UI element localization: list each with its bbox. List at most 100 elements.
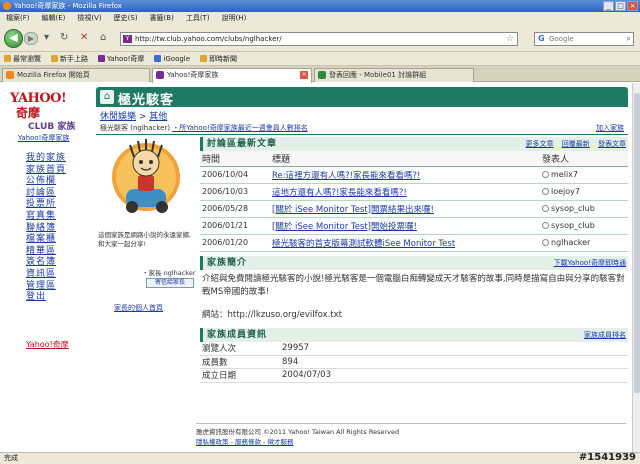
- navigation-toolbar: ◀ ▶ ▾ ↻ ✕ ⌂ Y http://tw.club.yahoo.com/c…: [0, 25, 640, 52]
- more-posts-link[interactable]: 更多文章: [526, 140, 554, 148]
- close-tab-icon[interactable]: ×: [300, 71, 308, 79]
- sidebar-yahoo-link[interactable]: Yahoo!奇摩: [26, 339, 69, 350]
- post-author[interactable]: sysop_club: [540, 217, 628, 235]
- post-author[interactable]: melix7: [540, 166, 628, 184]
- dropdown-arrow-icon[interactable]: ▾: [44, 33, 49, 43]
- maximize-button[interactable]: □: [615, 1, 626, 11]
- post-author[interactable]: nglhacker: [540, 234, 628, 252]
- post-title-link[interactable]: [關於 iSee Monitor Test]開票結果出來囉!: [270, 200, 540, 218]
- sidebar-item-guestbook[interactable]: 簽名簿: [26, 257, 86, 269]
- status-text: 完成: [4, 454, 18, 462]
- menu-tools[interactable]: 工具(T): [186, 12, 210, 25]
- page-viewport: YAHOO! 奇摩 CLUB 家族 Yahoo!奇摩家族 我的家族 家族首頁 公…: [0, 83, 632, 452]
- home-icon[interactable]: ⌂: [100, 33, 106, 43]
- post-author[interactable]: loejoy7: [540, 183, 628, 201]
- breadcrumb-subcategory[interactable]: 其他: [149, 112, 167, 122]
- post-title-link[interactable]: 極光駭客的首支版幕測試軟體iSee Monitor Test: [270, 234, 540, 252]
- stop-icon[interactable]: ✕: [80, 33, 88, 43]
- bookmark-item[interactable]: Yahoo!奇摩: [98, 52, 144, 65]
- reload-icon[interactable]: ↻: [60, 33, 68, 43]
- vertical-scrollbar[interactable]: [632, 83, 640, 452]
- sidebar-item-club-home[interactable]: 家族首頁: [26, 165, 86, 177]
- bookmark-item[interactable]: iGoogle: [154, 52, 190, 65]
- table-row: 2006/10/04 Re:這裡方還有人嗎?!家長能來看看嗎?! melix7: [200, 166, 628, 184]
- status-bar: 完成: [0, 452, 640, 464]
- intro-body: 介紹與免費閱讀極光駭客的小說!極光駭客是一個電腦白痴轉變成天才駭客的故事,同時是…: [200, 270, 628, 325]
- bookmark-item[interactable]: 即時新聞: [200, 52, 237, 65]
- sidebar-item-logout[interactable]: 登出: [26, 292, 86, 304]
- breadcrumb-category[interactable]: 休閒娛樂: [100, 112, 136, 122]
- sidebar-item-bulletin[interactable]: 公佈欄: [26, 176, 86, 188]
- member-ranking-link[interactable]: 家族成員排名: [584, 331, 626, 339]
- posts-section-title: 討論區最新文章: [207, 139, 278, 149]
- latest-replies-link[interactable]: 回覆最新: [562, 140, 590, 148]
- sidebar-item-files[interactable]: 檔案櫃: [26, 234, 86, 246]
- forward-button[interactable]: ▶: [24, 32, 38, 45]
- host-homepage-link[interactable]: 家長的個人首頁: [114, 303, 163, 313]
- sidebar: YAHOO! 奇摩 CLUB 家族 Yahoo!奇摩家族 我的家族 家族首頁 公…: [0, 83, 92, 452]
- post-title-link[interactable]: 這地方還有人嗎?!家長能來看看嗎?!: [270, 183, 540, 201]
- table-row: 2006/01/20 極光駭客的首支版幕測試軟體iSee Monitor Tes…: [200, 234, 628, 252]
- menu-bookmarks[interactable]: 書籤(B): [150, 12, 174, 25]
- search-icon[interactable]: ⌕: [627, 33, 631, 45]
- footer-links[interactable]: 隱私權政策 - 服務條款 - 徵才服務: [196, 437, 626, 447]
- post-date: 2006/10/04: [200, 166, 270, 184]
- address-bar[interactable]: Y http://tw.club.yahoo.com/clubs/nglhack…: [120, 32, 518, 46]
- minimize-button[interactable]: _: [603, 1, 614, 11]
- user-icon: [542, 171, 549, 178]
- content-column: 討論區最新文章 更多文章 回覆最新 發表文章 時間 標題 發表人 2006/10…: [200, 137, 628, 383]
- post-author[interactable]: sysop_club: [540, 200, 628, 218]
- sidebar-item-my-clubs[interactable]: 我的家族: [26, 153, 86, 165]
- messenger-download-link[interactable]: 下載Yahoo!奇摩即時通: [554, 259, 626, 267]
- join-club-link[interactable]: 加入家族: [596, 123, 624, 133]
- menu-help[interactable]: 說明(H): [222, 12, 247, 25]
- yahoo-tab-icon: [156, 71, 164, 79]
- user-icon: [542, 205, 549, 212]
- post-title-link[interactable]: Re:這裡方還有人嗎?!家長能來看看嗎?!: [270, 166, 540, 184]
- copyright-text: 雅虎資訊股份有限公司 ©2011 Yahoo! Taiwan All Right…: [196, 428, 400, 436]
- user-icon: [542, 188, 549, 195]
- window-title: Yahoo!奇摩家族 - Mozilla Firefox: [14, 2, 122, 10]
- new-post-link[interactable]: 發表文章: [598, 140, 626, 148]
- sidebar-nav: 我的家族 家族首頁 公佈欄 討論區 投票所 寫真集 聯絡簿 檔案櫃 精華區 簽名…: [26, 153, 86, 304]
- menu-edit[interactable]: 編輯(E): [42, 12, 66, 25]
- sidebar-item-forum[interactable]: 討論區: [26, 188, 86, 200]
- sidebar-item-polls[interactable]: 投票所: [26, 199, 86, 211]
- menu-history[interactable]: 歷史(S): [114, 12, 138, 25]
- yahoo-club-logo[interactable]: YAHOO! 奇摩 CLUB 家族 Yahoo!奇摩家族: [10, 91, 86, 143]
- firefox-tab-icon: [6, 71, 14, 79]
- posts-section-header: 討論區最新文章 更多文章 回覆最新 發表文章: [200, 137, 628, 151]
- sidebar-item-photos[interactable]: 寫真集: [26, 211, 86, 223]
- url-text: http://tw.club.yahoo.com/clubs/nglhacker…: [135, 35, 282, 43]
- tab-firefox-start[interactable]: Mozilla Firefox 開始頁: [2, 68, 150, 82]
- menu-file[interactable]: 檔案(F): [6, 12, 30, 25]
- sidebar-item-info[interactable]: 資訊區: [26, 269, 86, 281]
- club-ranking-link[interactable]: ・所Yahoo!奇摩家族最近一週會員人數排名: [172, 124, 307, 132]
- sidebar-item-admin[interactable]: 管理區: [26, 281, 86, 293]
- bookmark-item[interactable]: 最常瀏覽: [4, 52, 41, 65]
- bookmark-item[interactable]: 新手上路: [51, 52, 88, 65]
- tab-label: 發表回應 - Mobile01 討論群組: [329, 71, 427, 79]
- sidebar-item-contacts[interactable]: 聯絡簿: [26, 223, 86, 235]
- table-row: 2006/10/03 這地方還有人嗎?!家長能來看看嗎?! loejoy7: [200, 183, 628, 201]
- mobile01-tab-icon: [318, 71, 326, 79]
- search-placeholder: Google: [549, 35, 574, 43]
- post-title-link[interactable]: [關於 iSee Monitor Test]開始投票囉!: [270, 217, 540, 235]
- stat-label: 成立日期: [200, 368, 280, 383]
- scrollbar-thumb[interactable]: [634, 93, 640, 393]
- club-description: 這個家族是網路小說的永遠家鄉,和大家一起分享!: [98, 231, 192, 248]
- tab-yahoo-club[interactable]: Yahoo!奇摩家族 ×: [152, 68, 312, 83]
- mail-host-button[interactable]: 寄信給家長: [146, 278, 194, 288]
- back-button[interactable]: ◀: [4, 29, 23, 48]
- stats-section-title: 家族成員資訊: [207, 329, 268, 340]
- sidebar-item-highlights[interactable]: 精華區: [26, 246, 86, 258]
- bookmark-star-icon[interactable]: ☆: [506, 33, 514, 45]
- tab-mobile01[interactable]: 發表回應 - Mobile01 討論群組: [314, 68, 474, 82]
- table-row: 成員數 894: [200, 355, 628, 369]
- close-window-button[interactable]: ×: [627, 1, 638, 11]
- logo-sub-link[interactable]: Yahoo!奇摩家族: [18, 133, 86, 143]
- search-box[interactable]: G Google ⌕: [534, 32, 634, 46]
- menu-view[interactable]: 檢視(V): [77, 12, 101, 25]
- posts-header-row: 時間 標題 發表人: [200, 151, 628, 167]
- site-favicon: Y: [123, 35, 132, 43]
